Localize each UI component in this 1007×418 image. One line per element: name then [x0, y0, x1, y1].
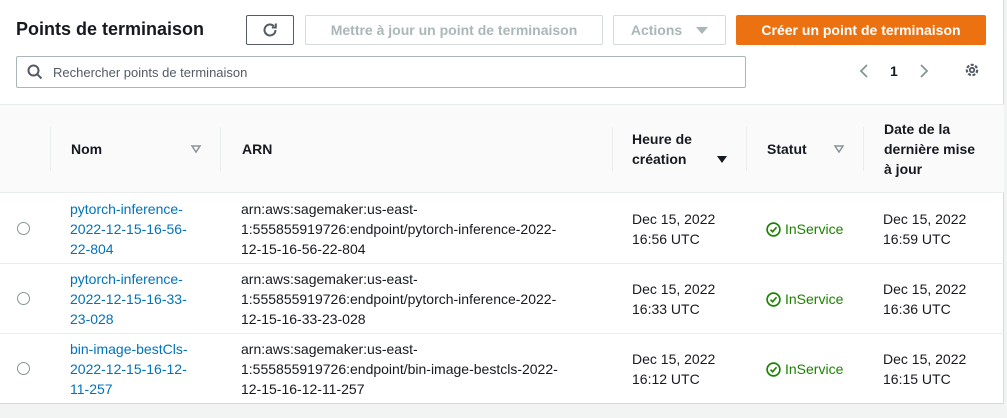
name-line[interactable]: 22-804: [70, 239, 187, 259]
updated-cell: Dec 15, 2022 16:15 UTC: [883, 349, 966, 389]
column-header-name[interactable]: Nom: [71, 139, 102, 159]
check-circle-icon: [766, 221, 781, 237]
arn-line: arn:aws:sagemaker:us-east-: [241, 271, 418, 287]
created-time: 16:33 UTC: [632, 301, 700, 317]
arn-line: 12-15-16-33-23-028: [241, 311, 366, 327]
updated-date: Dec 15, 2022: [883, 351, 967, 367]
column-header-created-line2[interactable]: création: [632, 149, 686, 169]
chevron-right-icon: [920, 64, 929, 78]
create-endpoint-label: Créer un point de terminaison: [761, 22, 961, 38]
search-icon: [27, 64, 43, 80]
name-line[interactable]: pytorch-inference-: [70, 199, 187, 219]
arn-cell: arn:aws:sagemaker:us-east- 1:55585591972…: [241, 339, 558, 399]
update-endpoint-button[interactable]: Mettre à jour un point de terminaison: [305, 15, 603, 45]
created-date: Dec 15, 2022: [632, 281, 716, 297]
name-line[interactable]: bin-image-bestCls-: [70, 339, 187, 359]
arn-line: 12-15-16-12-11-257: [241, 381, 365, 397]
search-input[interactable]: [53, 64, 653, 80]
row-select-radio[interactable]: [17, 292, 30, 305]
name-line[interactable]: 11-257: [70, 379, 187, 399]
created-cell: Dec 15, 2022 16:56 UTC: [632, 209, 715, 249]
page-title: Points de terminaison: [16, 19, 205, 39]
column-separator: [863, 127, 864, 171]
column-separator: [612, 127, 613, 171]
refresh-icon: [263, 23, 277, 37]
table-row[interactable]: pytorch-inference- 2022-12-15-16-33- 23-…: [0, 264, 1004, 334]
search-box: [16, 56, 746, 88]
name-line[interactable]: 2022-12-15-16-56-: [70, 219, 187, 239]
column-separator: [50, 127, 51, 171]
created-cell: Dec 15, 2022 16:33 UTC: [632, 279, 715, 319]
endpoints-panel: Points de terminaison Mettre à jour un p…: [0, 0, 1004, 404]
updated-time: 16:59 UTC: [883, 231, 951, 247]
name-line[interactable]: 23-028: [70, 309, 187, 329]
refresh-button[interactable]: [246, 15, 294, 45]
caret-down-icon: [696, 26, 709, 34]
updated-date: Dec 15, 2022: [883, 281, 967, 297]
table-row[interactable]: pytorch-inference- 2022-12-15-16-56- 22-…: [0, 194, 1004, 264]
updated-cell: Dec 15, 2022 16:59 UTC: [883, 209, 966, 249]
previous-page-button[interactable]: [858, 60, 874, 82]
check-circle-icon: [766, 291, 781, 307]
column-separator: [746, 127, 747, 171]
endpoint-name-link[interactable]: pytorch-inference- 2022-12-15-16-56- 22-…: [70, 199, 187, 259]
arn-line: 1:555855919726:endpoint/bin-image-bestcl…: [241, 361, 558, 377]
created-date: Dec 15, 2022: [632, 211, 716, 227]
actions-label: Actions: [630, 22, 683, 38]
row-select-radio[interactable]: [17, 362, 30, 375]
column-header-status[interactable]: Statut: [767, 139, 807, 159]
updated-time: 16:36 UTC: [883, 301, 951, 317]
column-header-arn: ARN: [242, 141, 273, 157]
create-endpoint-button[interactable]: Créer un point de terminaison: [736, 15, 986, 45]
sort-icon[interactable]: [833, 143, 845, 155]
status-text: InService: [785, 361, 844, 377]
column-header-created-line1[interactable]: Heure de: [632, 129, 692, 149]
name-line[interactable]: 2022-12-15-16-33-: [70, 289, 187, 309]
updated-date: Dec 15, 2022: [883, 211, 967, 227]
arn-line: 12-15-16-56-22-804: [241, 241, 366, 257]
sort-icon[interactable]: [190, 143, 202, 155]
update-endpoint-label: Mettre à jour un point de terminaison: [330, 22, 578, 38]
column-separator: [220, 127, 221, 171]
table-row[interactable]: bin-image-bestCls- 2022-12-15-16-12- 11-…: [0, 334, 1004, 404]
table-header: Nom ARN Heure de création Statut Date de…: [0, 105, 1004, 193]
column-header-updated-line3: à jour: [884, 161, 923, 177]
sort-descending-icon[interactable]: [716, 153, 728, 165]
updated-cell: Dec 15, 2022 16:36 UTC: [883, 279, 966, 319]
status-badge: InService: [766, 219, 843, 239]
column-header-updated-line2: dernière mise: [884, 141, 976, 157]
created-cell: Dec 15, 2022 16:12 UTC: [632, 349, 715, 389]
name-line[interactable]: 2022-12-15-16-12-: [70, 359, 187, 379]
arn-line: 1:555855919726:endpoint/pytorch-inferenc…: [241, 291, 557, 307]
check-circle-icon: [766, 361, 781, 377]
status-badge: InService: [766, 359, 843, 379]
row-select-radio[interactable]: [17, 222, 30, 235]
page-number[interactable]: 1: [890, 60, 898, 82]
next-page-button[interactable]: [918, 60, 934, 82]
endpoint-name-link[interactable]: pytorch-inference- 2022-12-15-16-33- 23-…: [70, 269, 187, 329]
actions-dropdown[interactable]: Actions: [613, 15, 726, 45]
endpoint-name-link[interactable]: bin-image-bestCls- 2022-12-15-16-12- 11-…: [70, 339, 187, 399]
created-date: Dec 15, 2022: [632, 351, 716, 367]
created-time: 16:56 UTC: [632, 231, 700, 247]
preferences-button[interactable]: [962, 60, 982, 80]
arn-line: arn:aws:sagemaker:us-east-: [241, 201, 418, 217]
name-line[interactable]: pytorch-inference-: [70, 269, 187, 289]
arn-line: 1:555855919726:endpoint/pytorch-inferenc…: [241, 221, 557, 237]
created-time: 16:12 UTC: [632, 371, 700, 387]
arn-line: arn:aws:sagemaker:us-east-: [241, 341, 418, 357]
status-text: InService: [785, 221, 844, 237]
updated-time: 16:15 UTC: [883, 371, 951, 387]
column-header-updated-line1: Date de la: [884, 121, 951, 137]
status-badge: InService: [766, 289, 843, 309]
arn-cell: arn:aws:sagemaker:us-east- 1:55585591972…: [241, 269, 556, 329]
chevron-left-icon: [859, 64, 868, 78]
gear-icon: [965, 63, 979, 77]
status-text: InService: [785, 291, 844, 307]
arn-cell: arn:aws:sagemaker:us-east- 1:55585591972…: [241, 199, 556, 259]
